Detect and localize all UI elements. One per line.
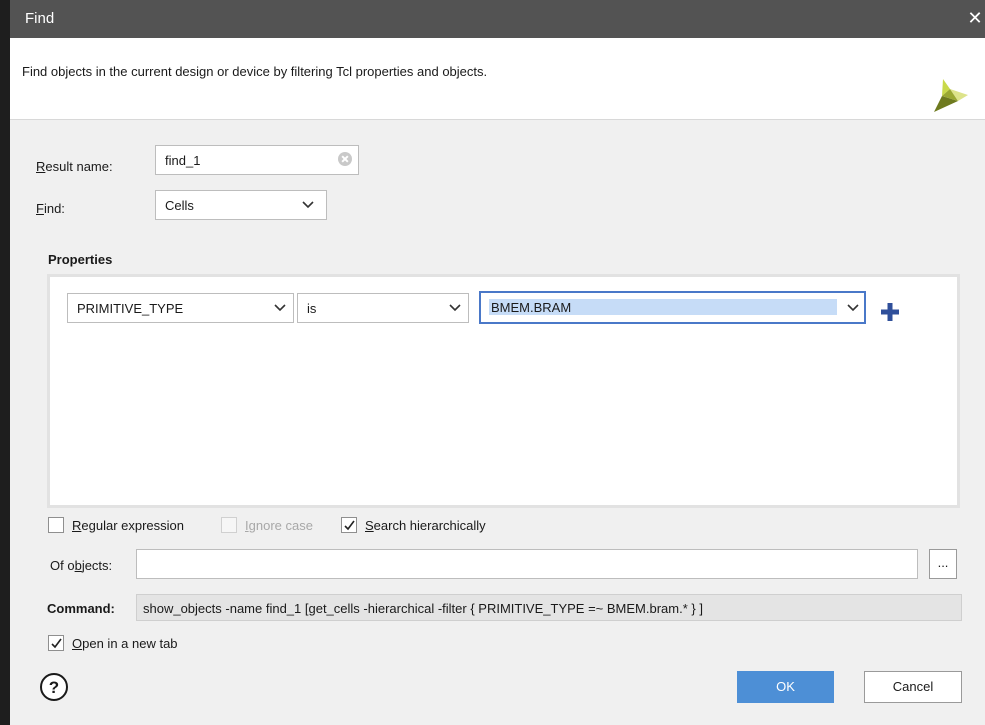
command-value: show_objects -name find_1 [get_cells -hi… [143,601,703,616]
property-name-select[interactable]: PRIMITIVE_TYPE [67,293,294,323]
title-bar: Find ✕ [10,0,985,38]
search-hierarchically-label[interactable]: Search hierarchically [365,518,486,533]
command-label: Command: [47,601,115,616]
check-icon [51,638,62,649]
find-type-select[interactable]: Cells [155,190,327,220]
dialog-title: Find [25,10,55,27]
search-hierarchically-checkbox[interactable] [341,517,357,533]
property-name-value: PRIMITIVE_TYPE [77,301,184,316]
property-operator-value: is [307,301,317,316]
cancel-button[interactable]: Cancel [864,671,962,703]
clear-icon[interactable] [338,152,352,166]
chevron-down-icon [847,304,859,312]
result-name-value: find_1 [165,153,201,168]
open-new-tab-checkbox[interactable] [48,635,64,651]
properties-heading: Properties [48,252,113,267]
ignore-case-label[interactable]: Ignore case [245,518,313,533]
ignore-case-checkbox[interactable] [221,517,237,533]
property-operator-select[interactable]: is [297,293,469,323]
ok-button[interactable]: OK [737,671,834,703]
background-strip [0,0,10,725]
chevron-down-icon [449,304,461,312]
property-value-select[interactable]: BMEM.BRAM [479,291,866,324]
regular-expression-checkbox[interactable] [48,517,64,533]
of-objects-label: Of objects: [50,558,113,573]
result-name-input[interactable]: find_1 [155,145,359,175]
svg-text:?: ? [49,678,59,697]
dialog-header: Find objects in the current design or de… [10,38,985,120]
result-name-label: Result name: [36,159,113,174]
find-label: Find: [36,201,65,216]
property-value-value: BMEM.BRAM [491,300,572,315]
command-field: show_objects -name find_1 [get_cells -hi… [136,594,962,621]
chevron-down-icon [274,304,286,312]
regular-expression-label[interactable]: Regular expression [72,518,184,533]
find-dialog: Find ✕ Find objects in the current desig… [10,0,985,725]
find-type-value: Cells [165,198,194,213]
of-objects-input[interactable] [136,549,918,579]
chevron-down-icon [302,201,314,209]
check-icon [344,520,355,531]
vivado-logo-icon [934,79,968,112]
add-criteria-icon[interactable] [879,301,901,323]
help-icon[interactable]: ? [39,672,69,702]
value-selection-highlight: BMEM.BRAM [489,299,837,315]
browse-objects-button[interactable]: ... [929,549,957,579]
open-new-tab-label[interactable]: Open in a new tab [72,636,178,651]
dialog-description: Find objects in the current design or de… [22,64,488,79]
close-icon[interactable]: ✕ [965,8,985,29]
